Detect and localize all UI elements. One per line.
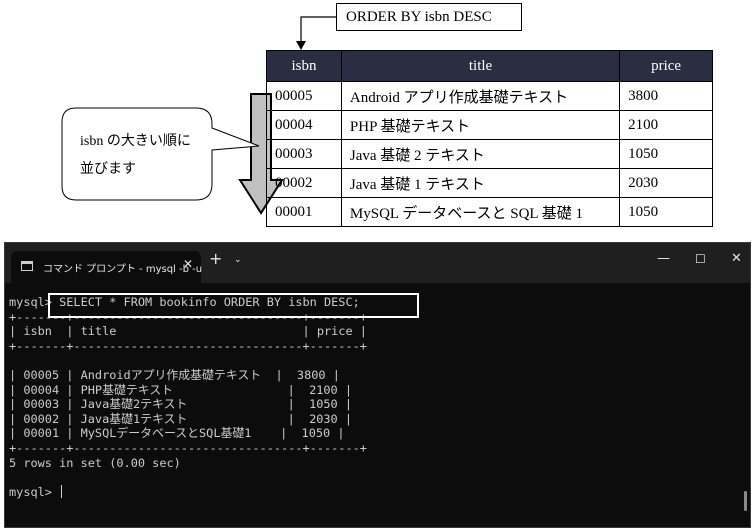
cell-title: PHP 基礎テキスト	[340, 110, 621, 140]
cell-price: 1050	[619, 197, 713, 227]
console-icon	[21, 261, 33, 271]
close-window-button[interactable]: ✕	[731, 251, 742, 266]
speech-bubble-text: isbn の大きい順に 並びます	[80, 128, 191, 184]
cell-price: 2100	[619, 110, 713, 140]
scrollbar-thumb[interactable]	[744, 491, 747, 511]
cell-price: 2030	[619, 168, 713, 198]
cell-title: MySQL データベースと SQL 基礎 1	[340, 197, 621, 227]
tab-title: コマンド プロンプト - mysql -b -u	[43, 264, 203, 275]
tab-close-icon[interactable]: ✕	[183, 257, 193, 271]
new-tab-button[interactable]: +	[209, 249, 222, 268]
maximize-button[interactable]: ☐	[695, 252, 706, 266]
result-row-line: | 00002 | Java基礎1テキスト | 2030 |	[9, 411, 353, 426]
table-border-bottom: +-------+-------------------------------…	[9, 440, 367, 455]
cell-price: 1050	[619, 139, 713, 169]
table-row: 00005 Android アプリ作成基礎テキスト 3800	[266, 81, 713, 111]
table-row: 00001 MySQL データベースと SQL 基礎 1 1050	[266, 197, 713, 227]
result-row-line: | 00003 | Java基礎2テキスト | 1050 |	[9, 397, 353, 412]
bubble-line-2: 並びます	[80, 162, 136, 177]
result-table: isbn title price 00005 Android アプリ作成基礎テキ…	[266, 50, 713, 227]
cell-isbn: 00003	[266, 139, 342, 169]
sql-highlight-box	[48, 293, 419, 318]
cell-isbn: 00004	[266, 110, 342, 140]
cell-title: Java 基礎 2 テキスト	[340, 139, 621, 169]
header-title: title	[340, 50, 621, 82]
cell-isbn: 00005	[266, 81, 342, 111]
callout-arrowhead-icon	[296, 41, 306, 50]
command-prompt-window: コマンド プロンプト - mysql -b -u ✕ + ⌄ — ☐ ✕ mys…	[4, 242, 751, 528]
cell-isbn: 00002	[266, 168, 342, 198]
table-row: 00002 Java 基礎 1 テキスト 2030	[266, 168, 713, 198]
cell-title: Android アプリ作成基礎テキスト	[340, 81, 621, 111]
header-isbn: isbn	[266, 50, 342, 82]
header-price: price	[619, 50, 713, 82]
cell-isbn: 00001	[266, 197, 342, 227]
terminal-tab[interactable]: コマンド プロンプト - mysql -b -u ✕	[11, 251, 203, 283]
cell-title: Java 基礎 1 テキスト	[340, 168, 621, 198]
callout-connector	[300, 16, 336, 44]
rows-in-set-line: 5 rows in set (0.00 sec)	[9, 455, 181, 470]
result-row-line: | 00004 | PHP基礎テキスト | 2100 |	[9, 382, 353, 397]
window-titlebar: コマンド プロンプト - mysql -b -u ✕ + ⌄ — ☐ ✕	[5, 243, 750, 283]
mysql-prompt: mysql>	[9, 484, 60, 499]
chevron-down-icon[interactable]: ⌄	[234, 255, 242, 265]
table-row: 00004 PHP 基礎テキスト 2100	[266, 110, 713, 140]
prompt-line[interactable]: mysql>	[9, 484, 367, 500]
cell-price: 3800	[619, 81, 713, 111]
table-header-line: | isbn | title | price |	[9, 324, 367, 339]
table-border-mid: +-------+-------------------------------…	[9, 338, 367, 353]
table-header-row: isbn title price	[266, 50, 713, 82]
result-row-line: | 00001 | MySQLデータベースとSQL基礎1 | 1050 |	[9, 426, 345, 441]
table-row: 00003 Java 基礎 2 テキスト 1050	[266, 139, 713, 169]
text-cursor	[61, 484, 63, 498]
bubble-line-1: isbn の大きい順に	[80, 134, 191, 149]
console-output[interactable]: mysql> SELECT * FROM bookinfo ORDER BY i…	[9, 295, 367, 499]
result-row-line: | 00005 | Androidアプリ作成基礎テキスト | 3800 |	[9, 367, 340, 382]
minimize-button[interactable]: —	[657, 251, 670, 266]
